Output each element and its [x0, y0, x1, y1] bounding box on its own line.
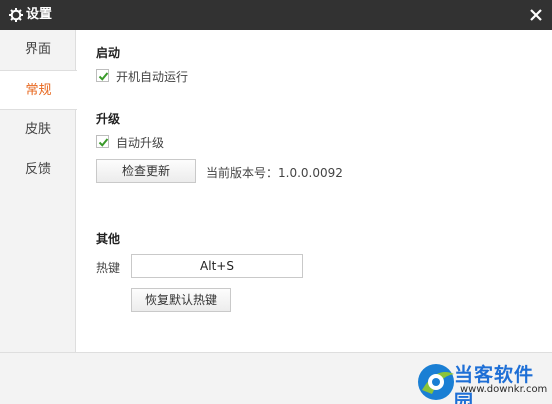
other-section-title: 其他: [96, 232, 121, 246]
checkmark-icon: [98, 72, 109, 81]
autorun-checkbox[interactable]: [96, 69, 109, 82]
gear-icon: [8, 7, 24, 23]
checkmark-icon: [98, 138, 109, 147]
close-icon[interactable]: [528, 7, 544, 23]
sidebar-item-general[interactable]: 常规: [0, 70, 77, 110]
sidebar-item-skin[interactable]: 皮肤: [0, 110, 76, 150]
hotkey-field[interactable]: Alt+S: [131, 254, 303, 278]
watermark-url: www.downkr.com: [460, 384, 548, 395]
version-text: 当前版本号：1.0.0.0092: [206, 166, 343, 180]
title-bar: 设置: [0, 0, 552, 30]
autorun-label: 开机自动运行: [116, 70, 189, 84]
startup-section-title: 启动: [96, 46, 121, 60]
upgrade-section-title: 升级: [96, 112, 121, 126]
auto-upgrade-label: 自动升级: [116, 136, 165, 150]
watermark: 当客软件园 www.downkr.com: [414, 358, 552, 404]
sidebar-item-interface[interactable]: 界面: [0, 30, 76, 70]
hotkey-label: 热键: [96, 261, 121, 275]
check-update-button[interactable]: 检查更新: [96, 159, 196, 183]
sidebar: 界面 常规 皮肤 反馈: [0, 30, 77, 352]
auto-upgrade-checkbox[interactable]: [96, 135, 109, 148]
window-title: 设置: [26, 7, 53, 22]
restore-hotkey-button[interactable]: 恢复默认热键: [131, 288, 231, 312]
watermark-text: 当客软件园: [454, 364, 535, 404]
watermark-logo-icon: [414, 360, 458, 404]
sidebar-item-feedback[interactable]: 反馈: [0, 150, 76, 190]
